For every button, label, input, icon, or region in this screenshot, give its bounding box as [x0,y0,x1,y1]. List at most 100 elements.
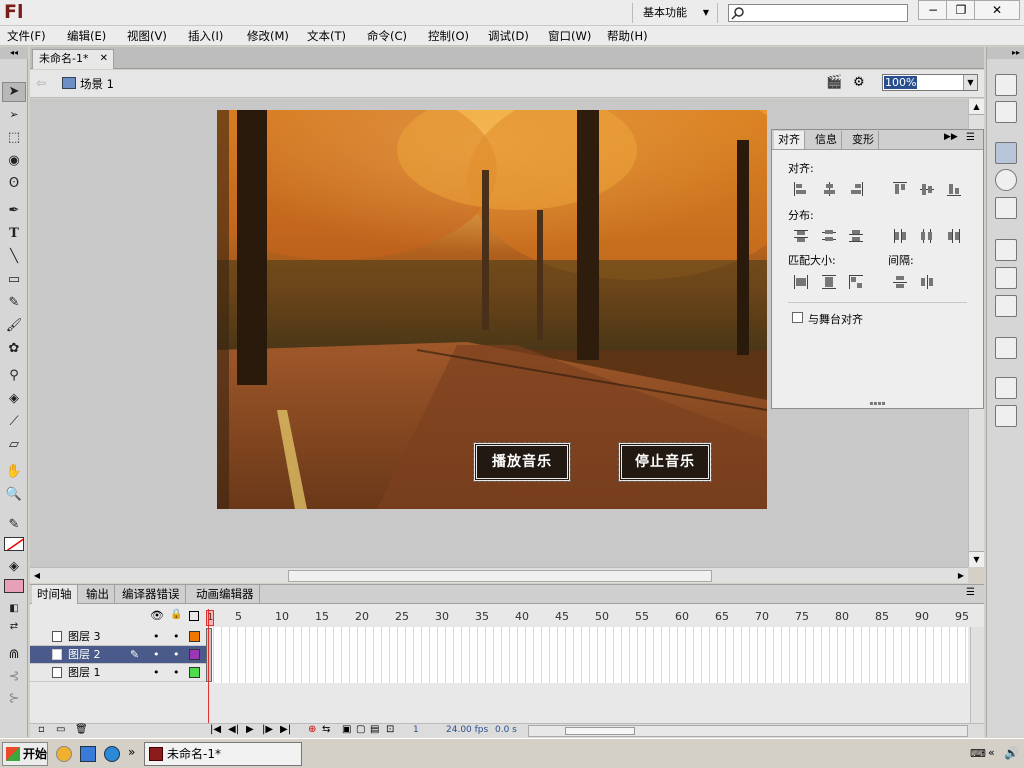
chrome-icon[interactable] [56,746,72,762]
tab-align[interactable]: 对齐 [774,131,805,149]
eyedropper-tool-icon[interactable]: ⟋ [3,412,25,432]
layer-color-swatch[interactable] [189,631,200,642]
fill-color-swatch[interactable] [4,579,24,593]
lock-icon[interactable]: 🔒 [170,609,182,620]
match-width-height-icon[interactable] [849,275,863,289]
delete-layer-icon[interactable]: 🗑 [75,724,88,735]
layer-row-3[interactable]: 图层 3 • • [30,628,206,646]
paint-bucket-tool-icon[interactable]: ◈ [3,389,25,409]
scroll-down-icon[interactable]: ▼ [969,551,984,567]
modify-markers-icon[interactable]: ⊡ [386,724,394,735]
menu-help[interactable]: 帮助(H) [603,26,652,46]
start-button[interactable]: 开始 [2,742,48,766]
zoom-select[interactable]: 100% ▼ [882,74,978,91]
lock-dot[interactable]: • [173,628,180,645]
prev-frame-icon[interactable]: ◀| [228,724,239,735]
next-frame-icon[interactable]: |▶ [262,724,273,735]
hand-tool-icon[interactable]: ✋ [3,462,25,482]
timeline-vertical-scrollbar[interactable] [970,627,984,727]
scroll-up-icon[interactable]: ▲ [969,99,984,115]
keyboard-icon[interactable]: ⌨ [970,747,986,760]
close-button[interactable]: ✕ [974,0,1020,20]
color-panel-icon[interactable] [995,74,1017,96]
center-frame-icon[interactable]: ⊕ [308,724,316,735]
panel-menu-icon[interactable]: ☰ [966,587,975,598]
black-white-icon[interactable]: ◧ [3,599,25,619]
edit-multiple-frames-icon[interactable]: ▤ [370,724,379,735]
smooth-icon[interactable]: ⊰ [3,667,25,687]
align-bottom-icon[interactable] [947,182,961,196]
stage-horizontal-scrollbar[interactable]: ◀ ▶ [30,567,968,583]
tab-timeline[interactable]: 时间轴 [32,585,78,604]
taskbar-item-flash[interactable]: 未命名-1* [144,742,302,766]
help-search-input[interactable] [728,4,908,22]
lock-dot[interactable]: • [173,664,180,681]
visibility-dot[interactable]: • [153,628,160,645]
stop-music-button[interactable]: 停止音乐 [618,442,712,482]
onion-skin-icon[interactable]: ▣ [342,724,351,735]
distribute-horizontal-center-icon[interactable] [920,229,934,243]
align-horizontal-center-icon[interactable] [822,182,836,196]
rectangle-tool-icon[interactable]: ▭ [3,270,25,290]
code-snippets-icon[interactable] [995,239,1017,261]
scroll-thumb[interactable] [565,727,635,735]
menu-file[interactable]: 文件(F) [3,26,50,46]
expand-panel-icon[interactable]: ▶▶ [944,132,958,142]
components-icon[interactable] [995,267,1017,289]
distribute-top-icon[interactable] [794,229,808,243]
keyframes-column[interactable] [206,628,212,682]
browser-icon[interactable] [80,746,96,762]
align-top-icon[interactable] [893,182,907,196]
tab-compiler-errors[interactable]: 编译器错误 [117,585,186,604]
minimize-button[interactable]: − [918,0,948,20]
chevron-right-icon[interactable]: » [128,745,135,759]
timeline-horizontal-scrollbar[interactable] [528,725,968,737]
loop-icon[interactable]: ⇆ [322,724,330,735]
close-tab-icon[interactable]: ✕ [100,50,108,68]
ie-icon[interactable] [104,746,120,762]
align-left-icon[interactable] [794,182,808,196]
first-frame-icon[interactable]: |◀ [210,724,221,735]
properties-panel-icon[interactable] [995,377,1017,399]
outline-icon[interactable] [189,611,199,621]
distribute-left-icon[interactable] [893,229,907,243]
tab-output[interactable]: 输出 [81,585,115,604]
menu-commands[interactable]: 命令(C) [363,26,411,46]
swap-colors-icon[interactable]: ⇄ [3,617,25,637]
pencil-tool-icon[interactable]: ✎ [3,293,25,313]
motion-presets-icon[interactable] [995,295,1017,317]
onion-outline-icon[interactable]: ▢ [356,724,365,735]
align-right-icon[interactable] [849,182,863,196]
frame-grid[interactable] [206,627,968,683]
panel-menu-icon[interactable]: ☰ [966,132,975,143]
stage[interactable]: 播放音乐 停止音乐 [217,110,767,509]
line-tool-icon[interactable]: ╲ [3,247,25,267]
lasso-tool-icon[interactable]: ʘ [3,174,25,194]
layer-color-swatch[interactable] [189,649,200,660]
lock-dot[interactable]: • [173,646,180,663]
menu-view[interactable]: 视图(V) [123,26,171,46]
visibility-dot[interactable]: • [153,646,160,663]
play-music-button[interactable]: 播放音乐 [473,442,571,482]
info-panel-icon[interactable] [995,169,1017,191]
distribute-bottom-icon[interactable] [849,229,863,243]
current-frame-value[interactable]: 1 [413,725,419,735]
visibility-dot[interactable]: • [153,664,160,681]
stroke-color-icon[interactable]: ✎ [3,515,25,535]
transform-panel-icon[interactable] [995,197,1017,219]
new-folder-icon[interactable]: ▭ [56,724,65,735]
resize-grip-icon[interactable]: ▪▪▪▪ [772,400,983,408]
layer-row-1[interactable]: 图层 1 • • [30,664,206,682]
tab-info[interactable]: 信息 [811,131,842,149]
match-width-icon[interactable] [794,275,808,289]
expand-tray-icon[interactable]: « [988,746,995,759]
last-frame-icon[interactable]: ▶| [280,724,291,735]
tab-transform[interactable]: 变形 [848,131,879,149]
align-panel-icon[interactable] [995,142,1017,164]
straighten-icon[interactable]: ⊱ [3,689,25,709]
menu-debug[interactable]: 调试(D) [484,26,533,46]
history-panel-icon[interactable] [995,405,1017,427]
pen-tool-icon[interactable]: ✒ [3,201,25,221]
stroke-color-swatch[interactable] [4,537,24,551]
library-panel-icon[interactable] [995,337,1017,359]
